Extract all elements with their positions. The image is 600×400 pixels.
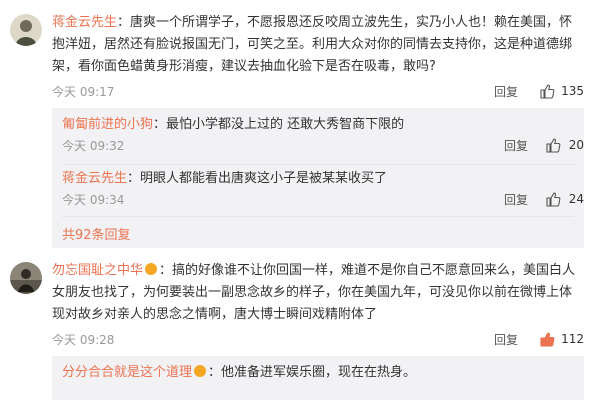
reply-item: 分分合合就是这个道理 ：他准备进军娱乐圈，现在在热身。 [62,362,584,384]
avatar[interactable] [10,262,42,294]
thumbs-up-icon [539,331,555,347]
like-count: 20 [568,138,584,152]
comment-time: 今天 09:17 [52,85,115,99]
like-button[interactable]: 112 [539,331,584,347]
more-replies-link[interactable]: 共92条回复 [62,224,131,243]
comment-body: ：唐爽一个所谓学子，不愿报恩还反咬周立波先生，实乃小人也！赖在美国，怀抱洋妞，居… [52,15,573,74]
reply-button[interactable]: 回复 [494,331,518,348]
reply-username[interactable]: 分分合合就是这个道理 [62,365,192,380]
comment-text: 蒋金云先生：唐爽一个所谓学子，不愿报恩还反咬周立波先生，实乃小人也！赖在美国，怀… [52,12,584,78]
like-count: 24 [568,192,584,206]
comment-username[interactable]: 勿忘国耻之中华 [52,263,143,278]
reply-button[interactable]: 回复 [504,137,528,154]
reply-meta: 今天 09:32 回复 20 [62,137,584,157]
comment-meta: 今天 09:17 回复 135 [52,83,584,103]
like-button[interactable]: 135 [539,83,584,99]
avatar[interactable] [10,14,42,46]
like-count: 135 [561,84,584,98]
comment-meta: 今天 09:28 回复 112 [52,331,584,351]
reply-item: 匍匐前进的小狗：最怕小学都没上过的 还敢大秀智商下限的 [62,114,584,136]
divider [62,216,574,217]
like-button[interactable]: 24 [545,191,584,207]
reply-time: 今天 09:32 [62,139,125,153]
comment-time: 今天 09:28 [52,333,115,347]
reply-body: ：最怕小学都没上过的 还敢大秀智商下限的 [153,117,405,132]
comment-username[interactable]: 蒋金云先生 [52,15,117,30]
reply-meta: 今天 09:34 回复 24 [62,191,584,211]
reply-item: 蒋金云先生：明眼人都能看出唐爽这小子是被某某收买了 [62,168,584,190]
reply-box: 匍匐前进的小狗：最怕小学都没上过的 还敢大秀智商下限的 今天 09:32 回复 … [52,108,584,248]
reply-username[interactable]: 蒋金云先生 [62,171,127,186]
thumbs-up-icon [539,83,555,99]
reply-button[interactable]: 回复 [504,191,528,208]
comment-text: 勿忘国耻之中华 ：搞的好像谁不让你回国一样，难道不是你自己不愿意回来么，美国白人女… [52,260,584,326]
reply-username[interactable]: 匍匐前进的小狗 [62,117,153,132]
like-button[interactable]: 20 [545,137,584,153]
divider [62,164,574,165]
reply-box: 分分合合就是这个道理 ：他准备进军娱乐圈，现在在热身。 [52,356,584,400]
member-badge-icon [145,263,158,275]
thumbs-up-icon [545,191,561,207]
reply-body: ：明眼人都能看出唐爽这小子是被某某收买了 [127,171,388,186]
reply-time: 今天 09:34 [62,193,125,207]
reply-body: ：他准备进军娱乐圈，现在在热身。 [208,365,417,380]
like-count: 112 [561,332,584,346]
reply-button[interactable]: 回复 [494,83,518,100]
emoji-icon [194,365,207,377]
thumbs-up-icon [545,137,561,153]
